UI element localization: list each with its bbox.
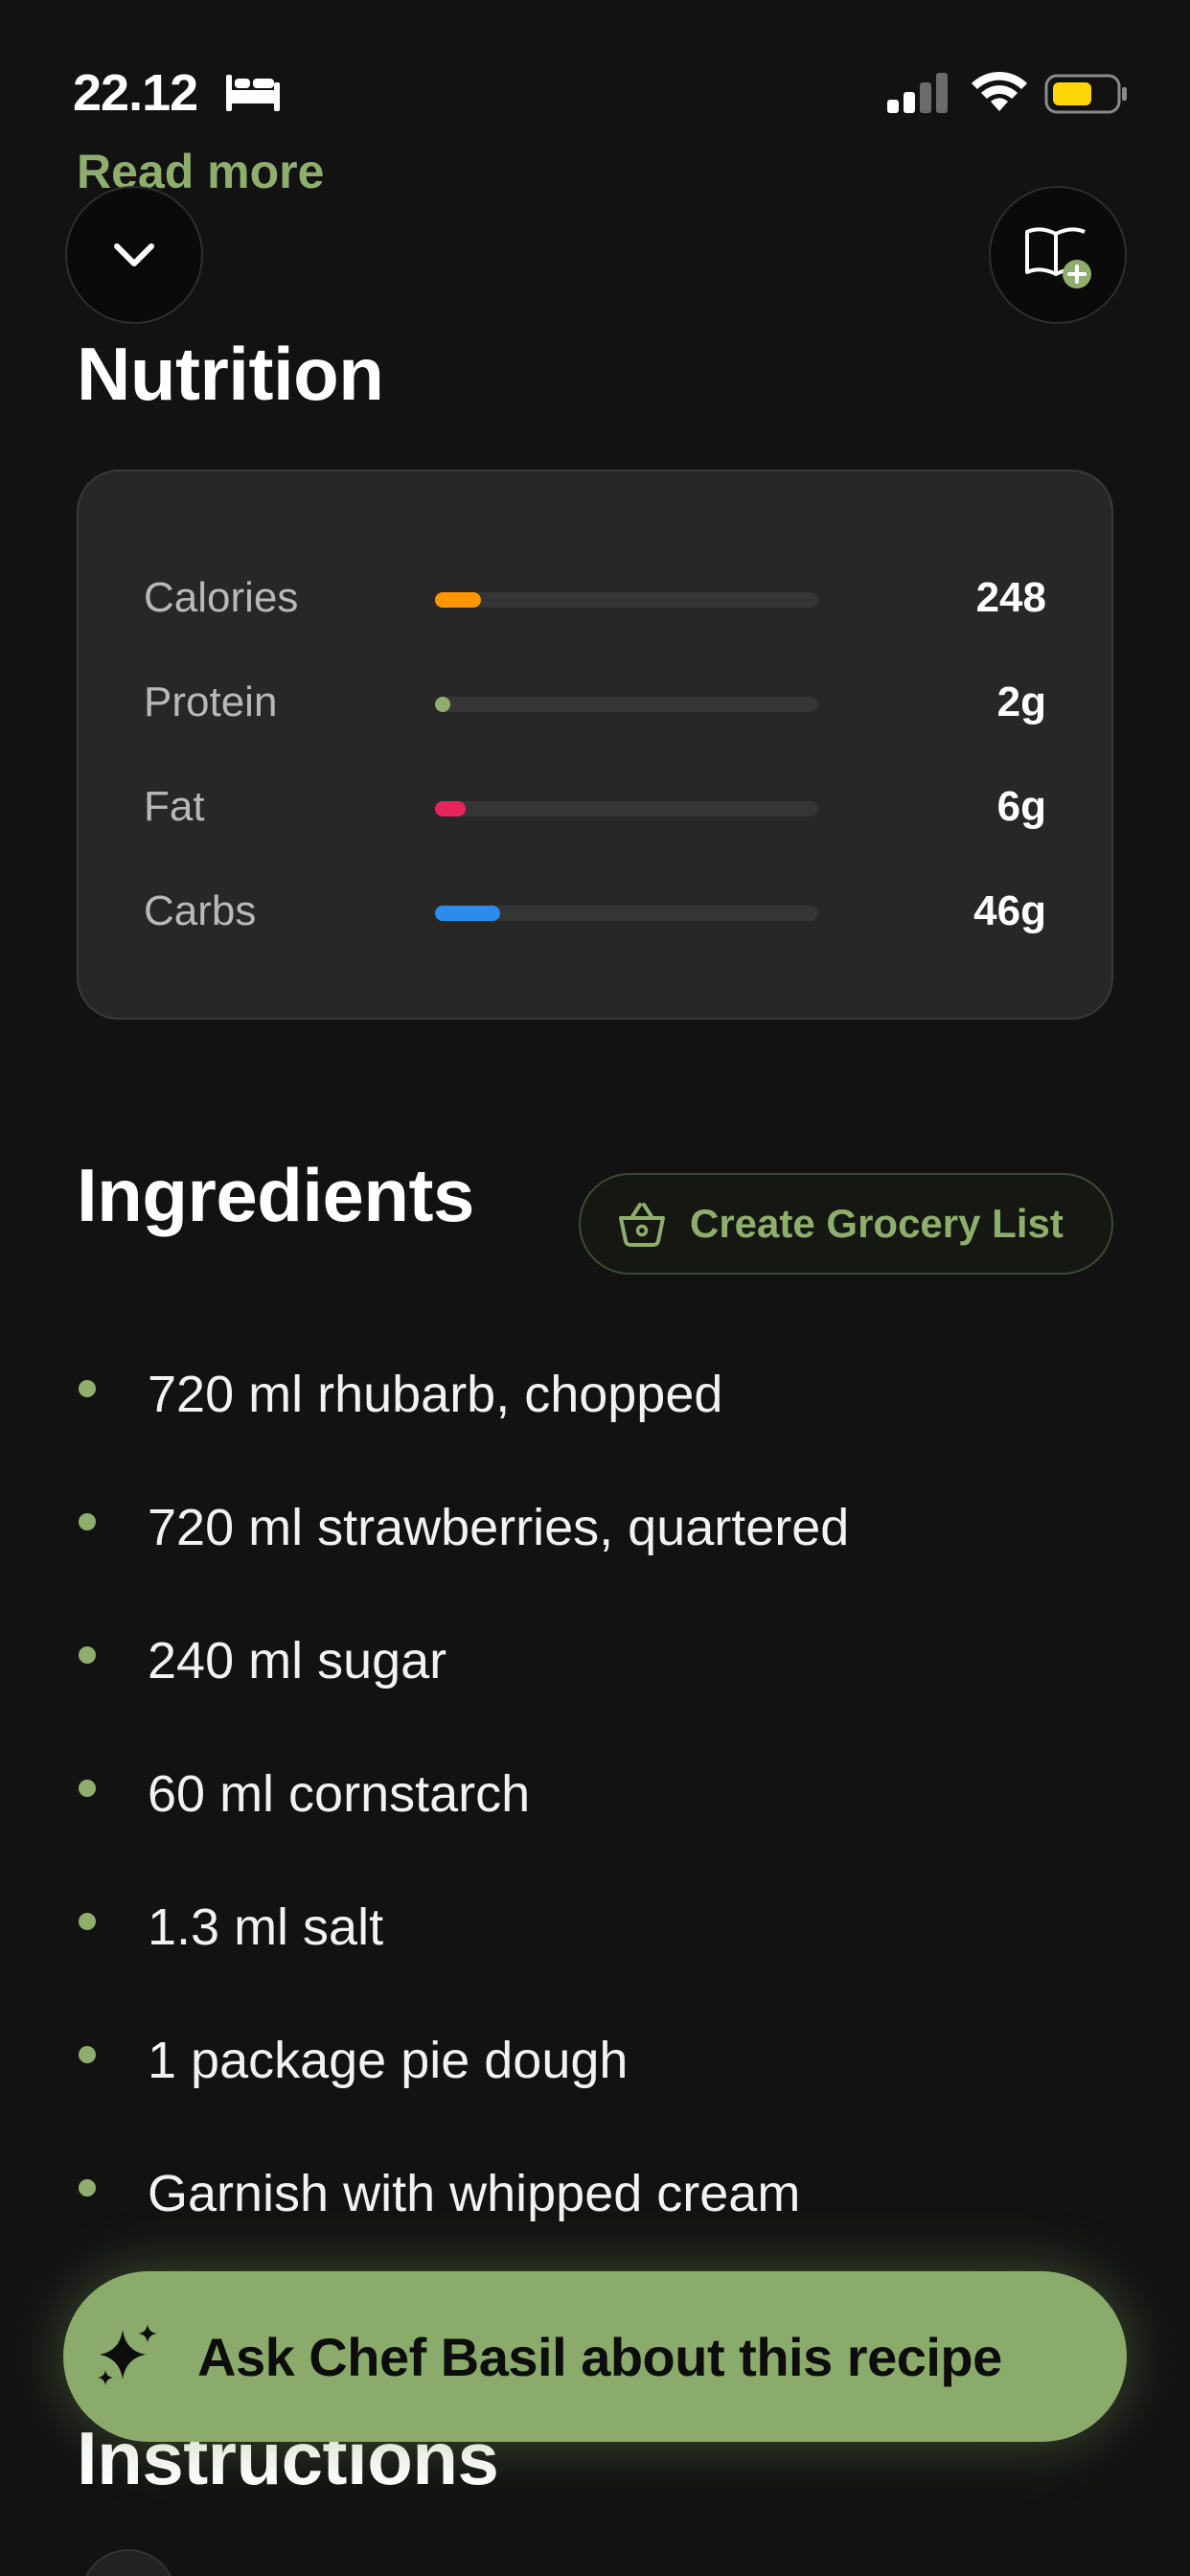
nutrition-value: 46g <box>973 887 1046 934</box>
ingredient-text: 240 ml sugar <box>148 1632 447 1690</box>
ingredient-item: 60 ml cornstarch <box>77 1759 1111 1892</box>
nutrition-bar-fill <box>435 801 466 816</box>
nutrition-bar-fill <box>435 906 500 921</box>
book-add-icon <box>1025 227 1091 288</box>
ingredient-text: 1 package pie dough <box>148 2032 629 2089</box>
bullet-dot <box>79 2046 96 2063</box>
bullet-dot <box>79 2179 96 2196</box>
nutrition-value: 2g <box>996 678 1046 725</box>
bullet-dot <box>79 1380 96 1397</box>
cellular-signal-icon <box>887 73 948 113</box>
ingredient-item: 240 ml sugar <box>77 1625 1111 1759</box>
bed-icon <box>226 75 280 111</box>
ingredients-heading: Ingredients <box>77 1153 474 1237</box>
bullet-dot <box>79 1513 96 1530</box>
nutrition-label: Calories <box>144 574 299 621</box>
nutrition-bar-fill <box>435 697 450 712</box>
ingredient-text: 60 ml cornstarch <box>148 1765 531 1823</box>
nutrition-value: 6g <box>996 783 1046 830</box>
wifi-icon <box>972 71 1027 111</box>
nutrition-bar-fill <box>435 592 481 608</box>
bullet-dot <box>79 1913 96 1930</box>
battery-icon <box>1044 74 1127 114</box>
recipe-detail-screen: 22.12 Read more Nutrition Calories 248 P… <box>0 0 1190 2576</box>
ingredients-list: 720 ml rhubarb, chopped 720 ml strawberr… <box>77 1359 1111 2291</box>
grocery-button-label: Create Grocery List <box>690 1201 1064 1246</box>
bullet-dot <box>79 1646 96 1664</box>
chevron-down-icon <box>114 243 154 266</box>
ask-chef-button[interactable]: Ask Chef Basil about this recipe <box>63 2271 1127 2442</box>
create-grocery-list-button[interactable]: Create Grocery List <box>579 1173 1113 1275</box>
nutrition-bar <box>435 801 818 816</box>
nutrition-heading: Nutrition <box>77 332 384 416</box>
ingredient-text: 720 ml strawberries, quartered <box>148 1499 850 1556</box>
nutrition-label: Fat <box>144 783 205 830</box>
nutrition-label: Protein <box>144 678 278 725</box>
add-to-cookbook-button[interactable] <box>989 186 1127 324</box>
nutrition-bar <box>435 697 818 712</box>
ingredient-item: 1.3 ml salt <box>77 1892 1111 2025</box>
bullet-dot <box>79 1780 96 1797</box>
nutrition-row-carbs: Carbs 46g <box>79 883 1111 940</box>
nutrition-label: Carbs <box>144 887 257 934</box>
step-number-circle <box>80 2549 176 2576</box>
ingredient-text: 720 ml rhubarb, chopped <box>148 1366 723 1423</box>
ingredient-item: 1 package pie dough <box>77 2025 1111 2158</box>
ingredient-item: 720 ml strawberries, quartered <box>77 1492 1111 1625</box>
sparkles-icon <box>98 2324 157 2385</box>
nutrition-value: 248 <box>975 574 1046 621</box>
nutrition-row-fat: Fat 6g <box>79 778 1111 836</box>
collapse-button[interactable] <box>65 186 203 324</box>
basket-icon <box>619 1203 665 1247</box>
ingredient-text: 1.3 ml salt <box>148 1898 384 1956</box>
ask-chef-label: Ask Chef Basil about this recipe <box>197 2326 1002 2387</box>
nutrition-bar <box>435 906 818 921</box>
status-time: 22.12 <box>73 64 198 122</box>
nutrition-bar <box>435 592 818 608</box>
nutrition-row-calories: Calories 248 <box>79 569 1111 627</box>
ingredient-item: 720 ml rhubarb, chopped <box>77 1359 1111 1492</box>
nutrition-row-protein: Protein 2g <box>79 674 1111 731</box>
nutrition-card: Calories 248 Protein 2g Fat 6g Carbs 46g <box>77 470 1113 1020</box>
ingredient-text: Garnish with whipped cream <box>148 2165 801 2222</box>
